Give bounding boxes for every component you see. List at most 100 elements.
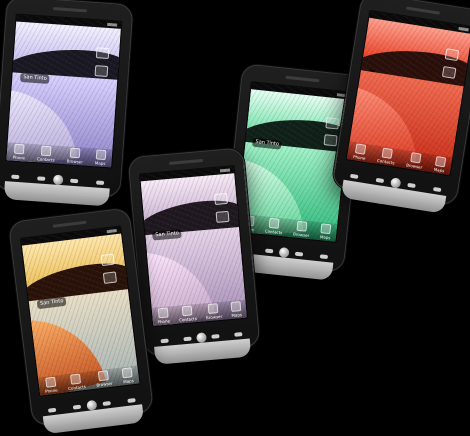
dock-item-contacts: Contacts xyxy=(67,373,86,391)
dock-label: Maps xyxy=(319,234,331,241)
phone-screen: San Tinto Phone Contacts Browser Maps xyxy=(5,13,123,169)
nav-keys xyxy=(160,329,243,346)
home-key-icon xyxy=(102,400,112,406)
dock-item-browser: Browser xyxy=(95,370,113,388)
dock-item-phone: Phone xyxy=(44,376,58,394)
browser-icon xyxy=(70,147,81,159)
home-key-icon xyxy=(295,251,304,257)
phone-screen: San Tinto Phone Contacts Browser Maps xyxy=(19,225,141,397)
phone-gold: San Tinto Phone Contacts Browser Maps xyxy=(7,207,155,427)
menu-key-icon xyxy=(183,336,192,342)
back-key-icon xyxy=(11,174,20,180)
maps-icon xyxy=(95,149,107,161)
dock-label: Maps xyxy=(94,160,106,167)
dock-label: Contacts xyxy=(36,156,55,163)
app-icon xyxy=(441,66,457,79)
trackball-icon xyxy=(389,177,402,189)
menu-key-icon xyxy=(375,177,384,184)
trackball-icon xyxy=(196,332,207,344)
dock-label: Phone xyxy=(157,318,171,325)
contacts-icon xyxy=(181,305,193,317)
phone-icon xyxy=(354,143,367,155)
phone-red: Phone Contacts Browser Maps xyxy=(331,0,470,207)
home-key-icon xyxy=(407,182,417,189)
dock-label: Maps xyxy=(122,378,135,385)
dock-item-browser: Browser xyxy=(406,152,425,170)
nav-keys xyxy=(349,171,442,195)
browser-icon xyxy=(97,370,110,382)
nav-keys xyxy=(240,243,329,262)
dock-item-maps: Maps xyxy=(433,155,447,174)
dock-item-browser: Browser xyxy=(205,303,223,321)
back-key-icon xyxy=(47,407,57,413)
earpiece xyxy=(52,7,87,13)
search-key-icon xyxy=(432,186,442,193)
contacts-icon xyxy=(381,147,393,159)
dock-label: Maps xyxy=(231,312,243,318)
app-icon xyxy=(95,47,110,60)
dock-item-contacts: Contacts xyxy=(178,305,198,323)
home-key-icon xyxy=(70,178,79,184)
app-icon xyxy=(100,253,115,267)
nav-keys xyxy=(47,395,137,416)
nav-keys xyxy=(11,172,105,188)
app-icon xyxy=(214,192,228,205)
dock-item-maps: Maps xyxy=(230,301,242,318)
dock-label: Phone xyxy=(44,387,58,394)
app-icon xyxy=(94,65,109,78)
menu-key-icon xyxy=(37,176,46,181)
earpiece xyxy=(285,75,320,83)
search-key-icon xyxy=(95,180,105,186)
search-key-icon xyxy=(234,332,243,337)
dock-label: Browser xyxy=(292,231,310,239)
maps-icon xyxy=(121,367,134,379)
phone-screen: Phone Contacts Browser Maps xyxy=(345,9,470,177)
home-key-icon xyxy=(211,334,220,339)
menu-key-icon xyxy=(264,248,274,254)
earpiece xyxy=(405,6,441,15)
dock-label: Contacts xyxy=(67,383,87,392)
app-icon xyxy=(323,134,338,147)
maps-icon xyxy=(230,301,242,312)
search-key-icon xyxy=(127,397,136,403)
phone-lilac: San Tinto Phone Contacts Browser Maps xyxy=(0,0,134,199)
app-icon xyxy=(102,271,118,284)
contacts-icon xyxy=(269,217,281,229)
browser-icon xyxy=(409,152,422,164)
dock-item-maps: Maps xyxy=(95,149,107,166)
phone-screen: San Tinto Phone Contacts Browser Maps xyxy=(138,165,249,327)
phone-icon xyxy=(157,307,169,319)
dock-label: Phone xyxy=(12,154,26,161)
menu-key-icon xyxy=(72,404,81,410)
back-key-icon xyxy=(160,338,169,344)
contacts-icon xyxy=(41,145,52,157)
maps-icon xyxy=(434,155,447,168)
dock-item-maps: Maps xyxy=(320,223,332,240)
search-key-icon xyxy=(319,254,329,260)
dock-item-maps: Maps xyxy=(121,367,135,385)
trackball-icon xyxy=(278,247,290,259)
dock-label: Phone xyxy=(352,154,366,161)
dock-label: Browser xyxy=(205,313,223,321)
dock-label: Contacts xyxy=(264,228,283,236)
browser-icon xyxy=(296,220,308,232)
back-key-icon xyxy=(349,173,359,179)
dock-item-contacts: Contacts xyxy=(376,147,397,166)
dock-label: Browser xyxy=(405,162,423,170)
maps-icon xyxy=(320,223,332,235)
app-icon xyxy=(325,117,340,130)
dock-label: Contacts xyxy=(178,316,198,323)
dock-item-browser: Browser xyxy=(293,220,311,238)
earpiece xyxy=(52,220,87,228)
phone-icon xyxy=(14,143,25,155)
trackball-icon xyxy=(52,174,64,186)
phone-mauve: San Tinto Phone Contacts Browser Maps xyxy=(127,147,261,357)
contacts-icon xyxy=(70,373,82,385)
browser-icon xyxy=(207,303,219,314)
dock-item-contacts: Contacts xyxy=(36,145,56,163)
dock-label: Contacts xyxy=(376,157,395,166)
dock-item-phone: Phone xyxy=(156,307,170,324)
app-icon xyxy=(444,48,460,62)
dock-label: Browser xyxy=(66,158,84,165)
dock-label: Maps xyxy=(433,166,445,174)
